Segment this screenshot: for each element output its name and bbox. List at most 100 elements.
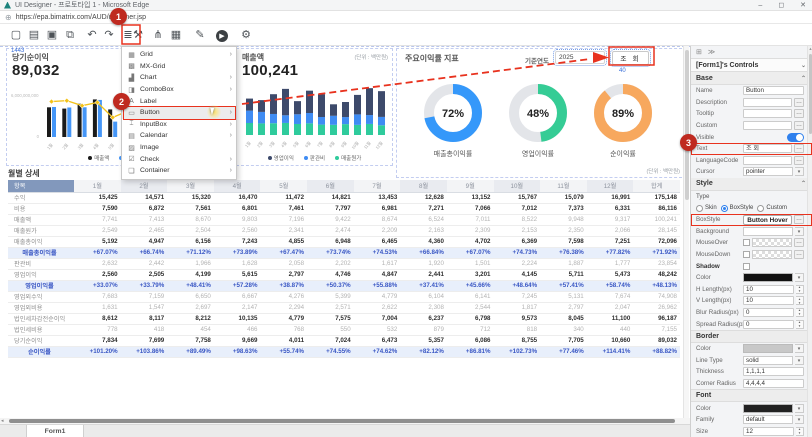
property-input[interactable] — [743, 121, 792, 130]
scroll-up-arrow-icon[interactable]: ▲ — [808, 46, 812, 51]
enable-checkbox[interactable] — [743, 239, 750, 246]
controls-header[interactable]: [Form1]'s Controls ⌄ — [691, 58, 812, 72]
property-select[interactable] — [743, 227, 793, 236]
grid-row-label: 매출액 — [8, 214, 74, 225]
canvas-hscrollbar-thumb[interactable] — [9, 419, 675, 423]
search-button[interactable]: 조 회 — [612, 51, 649, 65]
minimize-button[interactable]: – — [758, 0, 762, 11]
menu-item-container[interactable]: ❏Container› — [122, 165, 236, 177]
ellipsis-button[interactable]: … — [794, 156, 804, 165]
transparent-swatch[interactable] — [752, 238, 792, 247]
save-all-icon[interactable]: ⧉ — [62, 28, 78, 43]
property-select[interactable]: pointer — [743, 167, 793, 176]
chevron-down-icon[interactable]: ▾ — [795, 167, 804, 176]
chevron-down-icon[interactable]: ▾ — [795, 356, 804, 365]
spinner-buttons[interactable]: ▴▾ — [796, 285, 804, 294]
radio-boxstyle[interactable] — [721, 205, 728, 212]
edit-icon[interactable]: ✎ — [192, 28, 208, 43]
transparent-swatch[interactable] — [752, 250, 792, 259]
spin-input[interactable]: 10 — [743, 285, 794, 294]
panel-expand-icon[interactable]: ≫ — [708, 48, 715, 56]
spinner-buttons[interactable]: ▴▾ — [796, 296, 804, 305]
menu-item-image[interactable]: ▨Image — [122, 142, 236, 154]
spinner-buttons[interactable]: ▴▾ — [796, 320, 804, 329]
ellipsis-button[interactable]: … — [794, 98, 804, 107]
menu-item-calendar[interactable]: ▤Calendar› — [122, 130, 236, 142]
spin-input[interactable]: 12 — [743, 427, 794, 436]
canvas-vscrollbar-thumb[interactable] — [685, 50, 689, 200]
boxstyle-button[interactable]: Button Hover — [743, 215, 792, 225]
ellipsis-button[interactable]: … — [794, 144, 804, 153]
property-input[interactable] — [743, 98, 792, 107]
color-swatch[interactable] — [743, 344, 793, 353]
canvas-vscrollbar[interactable] — [683, 46, 689, 418]
chevron-down-icon[interactable]: ▾ — [795, 404, 804, 413]
visible-toggle[interactable] — [787, 133, 804, 142]
property-input[interactable]: Button — [743, 86, 804, 95]
property-control: 10▴▾ — [743, 296, 804, 305]
widget-sales[interactable]: 매출액 (단위 : 백만원) 100,241 1월2월3월4월5월6월7월8월9… — [236, 48, 393, 166]
property-input[interactable]: 조 회 — [743, 144, 792, 153]
ellipsis-button[interactable]: … — [794, 250, 804, 259]
property-select[interactable]: solid — [743, 356, 793, 365]
radio-skin[interactable] — [696, 205, 703, 212]
ellipsis-button[interactable]: … — [794, 109, 804, 118]
grid-cell: 2,202 — [307, 258, 354, 269]
base-section-header[interactable]: Base ⌃ — [691, 72, 812, 85]
spin-input[interactable]: 10 — [743, 296, 794, 305]
property-input[interactable] — [743, 109, 792, 118]
radio-custom[interactable] — [757, 205, 764, 212]
ellipsis-button[interactable]: … — [794, 121, 804, 130]
property-label: Color — [696, 405, 743, 412]
property-control: Button Hover… — [743, 215, 804, 225]
property-input[interactable]: 1,1,1,1 — [743, 367, 804, 376]
grid-row-label: 판관비 — [8, 258, 74, 269]
spin-input[interactable]: 0 — [743, 308, 794, 317]
close-button[interactable]: ✕ — [800, 0, 806, 11]
shadow-checkbox[interactable] — [743, 263, 750, 270]
panel-vscrollbar[interactable]: ▲ — [807, 46, 812, 437]
panel-dock-icon[interactable]: ⊞ — [696, 48, 702, 56]
menu-item-inputbox[interactable]: ⌶InputBox› — [122, 119, 236, 131]
property-input[interactable] — [743, 156, 792, 165]
chevron-down-icon[interactable]: ▾ — [795, 344, 804, 353]
color-swatch[interactable] — [743, 273, 793, 282]
grid-row-label: 수익 — [8, 192, 74, 203]
hierarchy-icon[interactable]: ⋔ — [150, 28, 166, 43]
grid-row: 매출원가2,5492,4652,5042,5602,3412,4742,2092… — [8, 225, 680, 236]
widget-profit-ratios[interactable]: 주요이익률 지표 기준연도 2025 ▼ 조 회 40 72%매출총이익률48%… — [396, 48, 687, 178]
ellipsis-button[interactable]: … — [794, 215, 804, 224]
property-input[interactable]: 4,4,4,4 — [743, 379, 804, 388]
form-tab[interactable]: Form1 — [26, 425, 84, 437]
spinner-buttons[interactable]: ▴▾ — [796, 427, 804, 436]
settings-icon[interactable]: ⚙ — [238, 28, 254, 43]
button-icon: ▭ — [126, 109, 137, 117]
menu-item-combobox[interactable]: ◨ComboBox› — [122, 84, 236, 96]
color-swatch[interactable] — [743, 404, 793, 413]
maximize-button[interactable]: ◻ — [778, 0, 784, 11]
chevron-down-icon[interactable]: ▾ — [795, 273, 804, 282]
menu-item-label[interactable]: ALabel — [122, 95, 236, 107]
style-section-header[interactable]: Style ⌃ — [691, 178, 812, 191]
save-icon[interactable]: ▣ — [44, 28, 60, 43]
property-select[interactable]: default — [743, 415, 793, 424]
component-tools-icon[interactable]: ⚒ — [130, 28, 146, 43]
menu-item-chart[interactable]: ▟Chart› — [122, 72, 236, 84]
ellipsis-button[interactable]: … — [794, 238, 804, 247]
open-folder-icon[interactable]: ▤ — [26, 28, 42, 43]
menu-item-mx-grid[interactable]: ▩MX-Grid — [122, 61, 236, 73]
enable-checkbox[interactable] — [743, 251, 750, 258]
menu-item-check[interactable]: ☑Check› — [122, 153, 236, 165]
run-icon[interactable]: ▶ — [214, 28, 230, 43]
grid-cell: 72,096 — [633, 236, 680, 247]
chevron-down-icon[interactable]: ▾ — [795, 415, 804, 424]
base-year-combobox[interactable]: 2025 ▼ — [555, 51, 605, 64]
new-file-icon[interactable]: ▢ — [8, 28, 24, 43]
redo-icon[interactable]: ↷ — [101, 28, 117, 43]
menu-item-grid[interactable]: ▦Grid› — [122, 49, 236, 61]
chevron-down-icon[interactable]: ▾ — [795, 227, 804, 236]
spin-input[interactable]: 0 — [743, 320, 794, 329]
undo-icon[interactable]: ↶ — [84, 28, 100, 43]
spinner-buttons[interactable]: ▴▾ — [796, 308, 804, 317]
code-view-icon[interactable]: ▦ — [168, 28, 184, 43]
